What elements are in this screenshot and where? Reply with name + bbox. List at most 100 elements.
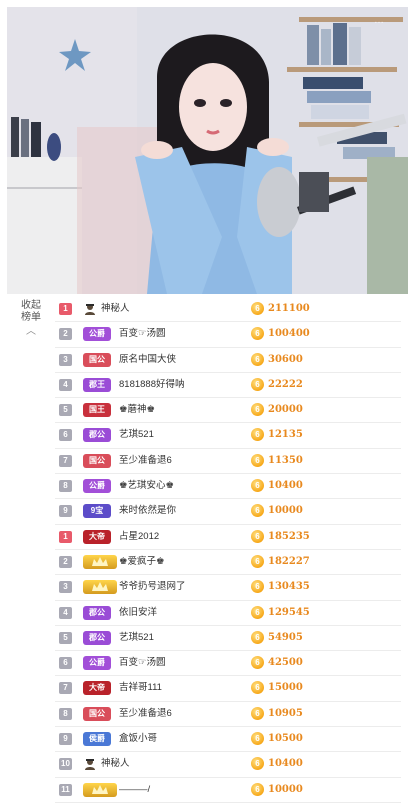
rank-number: 4 [59,606,72,619]
rank-number: 8 [59,480,72,493]
gift-amount: 15000 [268,682,303,694]
leaderboard-row[interactable]: 8 国公 至少准备退6 6 10905 [55,702,401,728]
user-name[interactable]: 至少准备退6 [119,702,172,726]
user-name[interactable]: 爷爷扔号退网了 [119,575,186,599]
coin-icon: 6 [251,605,264,619]
user-name[interactable]: ♚蘑神♚ [119,398,155,422]
live-video-frame[interactable]: … [7,7,408,294]
rank-number: 3 [59,353,72,366]
rank-number: 2 [59,555,72,568]
coin-icon: 6 [251,706,264,720]
leaderboard-row[interactable]: 10 神秘人 6 10400 [55,752,401,778]
coin-icon: 6 [251,630,264,644]
leaderboard-row[interactable]: 1 大帝 占星2012 6 185235 [55,525,401,550]
coin-icon: 6 [251,377,264,391]
streamer-video-illustration [7,7,408,294]
rank-number: 6 [59,657,72,670]
gift-amount: 10000 [268,505,303,517]
coin-icon: 6 [251,352,264,366]
leaderboard-row[interactable]: 1 神秘人 6 211100 [55,297,401,323]
collapse-leaderboard-button[interactable]: 收起 榜单 ︿ [13,300,49,338]
rank-number: 9 [59,733,72,746]
gold-crown-badge-icon [83,782,117,797]
user-name[interactable]: 8181888好得呐 [119,373,184,397]
leaderboard-row[interactable]: 4 郡公 依旧安洋 6 129545 [55,601,401,626]
coin-icon: 6 [251,327,264,341]
gift-amount: 12135 [268,429,303,441]
video-overlay-text: … [374,15,384,26]
coin-icon: 6 [251,782,264,796]
noble-rank-badge: 郡公 [83,630,111,645]
leaderboard-row[interactable]: 6 郡公 艺琪521 6 12135 [55,423,401,449]
leaderboard-row[interactable]: 6 公爵 百变☞汤圆 6 42500 [55,651,401,677]
noble-rank-badge: 侯爵 [83,732,111,747]
coin-icon: 6 [251,453,264,467]
user-name[interactable]: 至少准备退6 [119,449,172,473]
leaderboard-row[interactable]: 7 大帝 吉祥哥111 6 15000 [55,676,401,702]
user-name[interactable]: ♚艺琪安心♚ [119,474,174,498]
leaderboard-row[interactable]: 7 国公 至少准备退6 6 11350 [55,449,401,475]
rank-number: 8 [59,707,72,720]
leaderboard-row[interactable]: 2 公爵 百变☞汤圆 6 100400 [55,322,401,348]
gift-amount: 211100 [268,303,310,314]
noble-rank-badge: 国公 [83,453,111,468]
leaderboard-row[interactable]: 11 ———/ 6 10000 [55,778,401,803]
rank-number: 5 [59,631,72,644]
gift-leaderboard: 1 神秘人 6 211100 2 公爵 百变☞汤圆 6 100400 3 国公 原名中国大侠 6 3060… [55,297,401,803]
user-name[interactable]: 依旧安洋 [119,601,157,625]
gift-amount: 100400 [268,328,310,340]
user-name[interactable]: 占星2012 [119,525,159,549]
noble-rank-badge: 国王 [83,403,111,418]
rank-number: 3 [59,581,72,594]
noble-rank-badge: 郡王 [83,377,111,392]
noble-rank-badge: 大帝 [83,529,111,544]
noble-rank-badge: 公爵 [83,656,111,671]
leaderboard-row[interactable]: 8 公爵 ♚艺琪安心♚ 6 10400 [55,474,401,500]
user-name[interactable]: ———/ [119,778,150,802]
gift-amount: 182227 [268,555,310,567]
coin-icon: 6 [251,529,264,543]
user-name[interactable]: 艺琪521 [119,626,154,650]
user-name[interactable]: 神秘人 [101,297,130,321]
leaderboard-row[interactable]: 3 爷爷扔号退网了 6 130435 [55,575,401,601]
rank-number: 1 [59,303,72,315]
leaderboard-row[interactable]: 9 9宝 来时依然是你 6 10000 [55,499,401,525]
rank-number: 6 [59,429,72,442]
gold-crown-badge-icon [83,554,117,569]
noble-rank-badge: 国公 [83,352,111,367]
leaderboard-row[interactable]: 9 侯爵 盒饭小哥 6 10500 [55,727,401,753]
user-name[interactable]: 神秘人 [101,752,130,776]
gift-amount: 54905 [268,631,303,643]
leaderboard-row[interactable]: 5 国王 ♚蘑神♚ 6 20000 [55,398,401,424]
rank-number: 2 [59,328,72,341]
user-name[interactable]: 百变☞汤圆 [119,651,166,675]
noble-rank-badge: 9宝 [83,504,111,519]
noble-rank-badge: 公爵 [83,479,111,494]
coin-icon: 6 [251,757,264,771]
noble-rank-badge: 郡公 [83,428,111,443]
rank-number: 11 [59,783,72,796]
leaderboard-row[interactable]: 5 郡公 艺琪521 6 54905 [55,626,401,652]
user-name[interactable]: ♚爱疯子♚ [119,550,165,574]
coin-icon: 6 [251,403,264,417]
mystery-user-icon [83,757,97,771]
gift-amount: 10500 [268,733,303,745]
coin-icon: 6 [251,732,264,746]
gift-amount: 10400 [268,758,303,770]
leaderboard-row[interactable]: 4 郡王 8181888好得呐 6 22222 [55,373,401,399]
leaderboard-row[interactable]: 3 国公 原名中国大侠 6 30600 [55,348,401,373]
user-name[interactable]: 盒饭小哥 [119,727,157,751]
user-name[interactable]: 艺琪521 [119,423,154,447]
mystery-user-icon [83,302,97,316]
user-name[interactable]: 原名中国大侠 [119,348,176,372]
leaderboard-row[interactable]: 2 ♚爱疯子♚ 6 182227 [55,550,401,576]
collapse-label-2: 榜单 [21,312,41,323]
rank-number: 1 [59,530,72,543]
rank-number: 4 [59,378,72,391]
rank-number: 10 [59,758,72,771]
user-name[interactable]: 百变☞汤圆 [119,322,166,346]
user-name[interactable]: 吉祥哥111 [119,676,162,700]
user-name[interactable]: 来时依然是你 [119,499,176,523]
gift-amount: 22222 [268,378,303,390]
gift-amount: 11350 [268,454,303,466]
